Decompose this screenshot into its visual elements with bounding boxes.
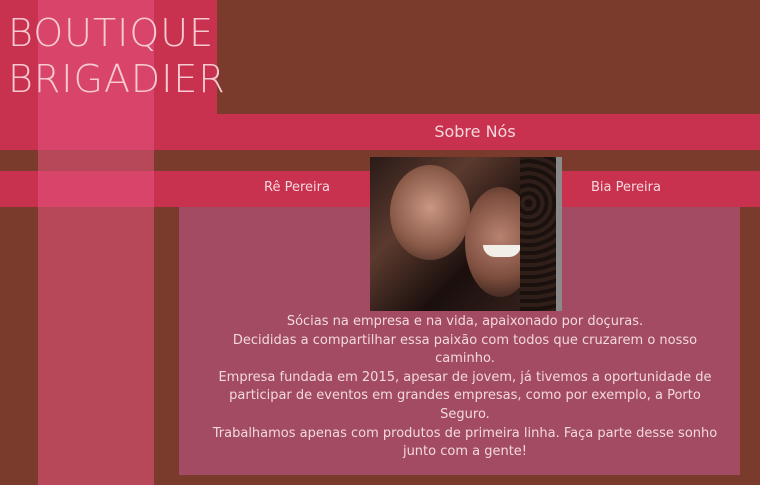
photo-face-left [390,165,470,260]
photo-edge [556,157,562,311]
about-paragraph-2: Decididas a compartilhar essa paixão com… [232,332,698,367]
partners-photo [370,157,562,311]
brand-line-1: BOUTIQUE [8,11,215,55]
about-paragraph-3: Empresa fundada em 2015, apesar de jovem… [218,369,712,422]
partner-name-right: Bia Pereira [591,180,661,195]
brand-line-2: BRIGADIER [8,57,226,101]
about-paragraph-1: Sócias na empresa e na vida, apaixonado … [286,314,644,329]
photo-smile [483,245,521,257]
section-title: Sobre Nós [434,122,516,141]
brand-logo[interactable]: BOUTIQUE BRIGADIER [8,10,226,102]
about-paragraph-4: Trabalhamos apenas com produtos de prime… [212,425,718,460]
partner-name-left: Rê Pereira [264,180,330,195]
about-text: Sócias na empresa e na vida, apaixonado … [205,313,725,462]
